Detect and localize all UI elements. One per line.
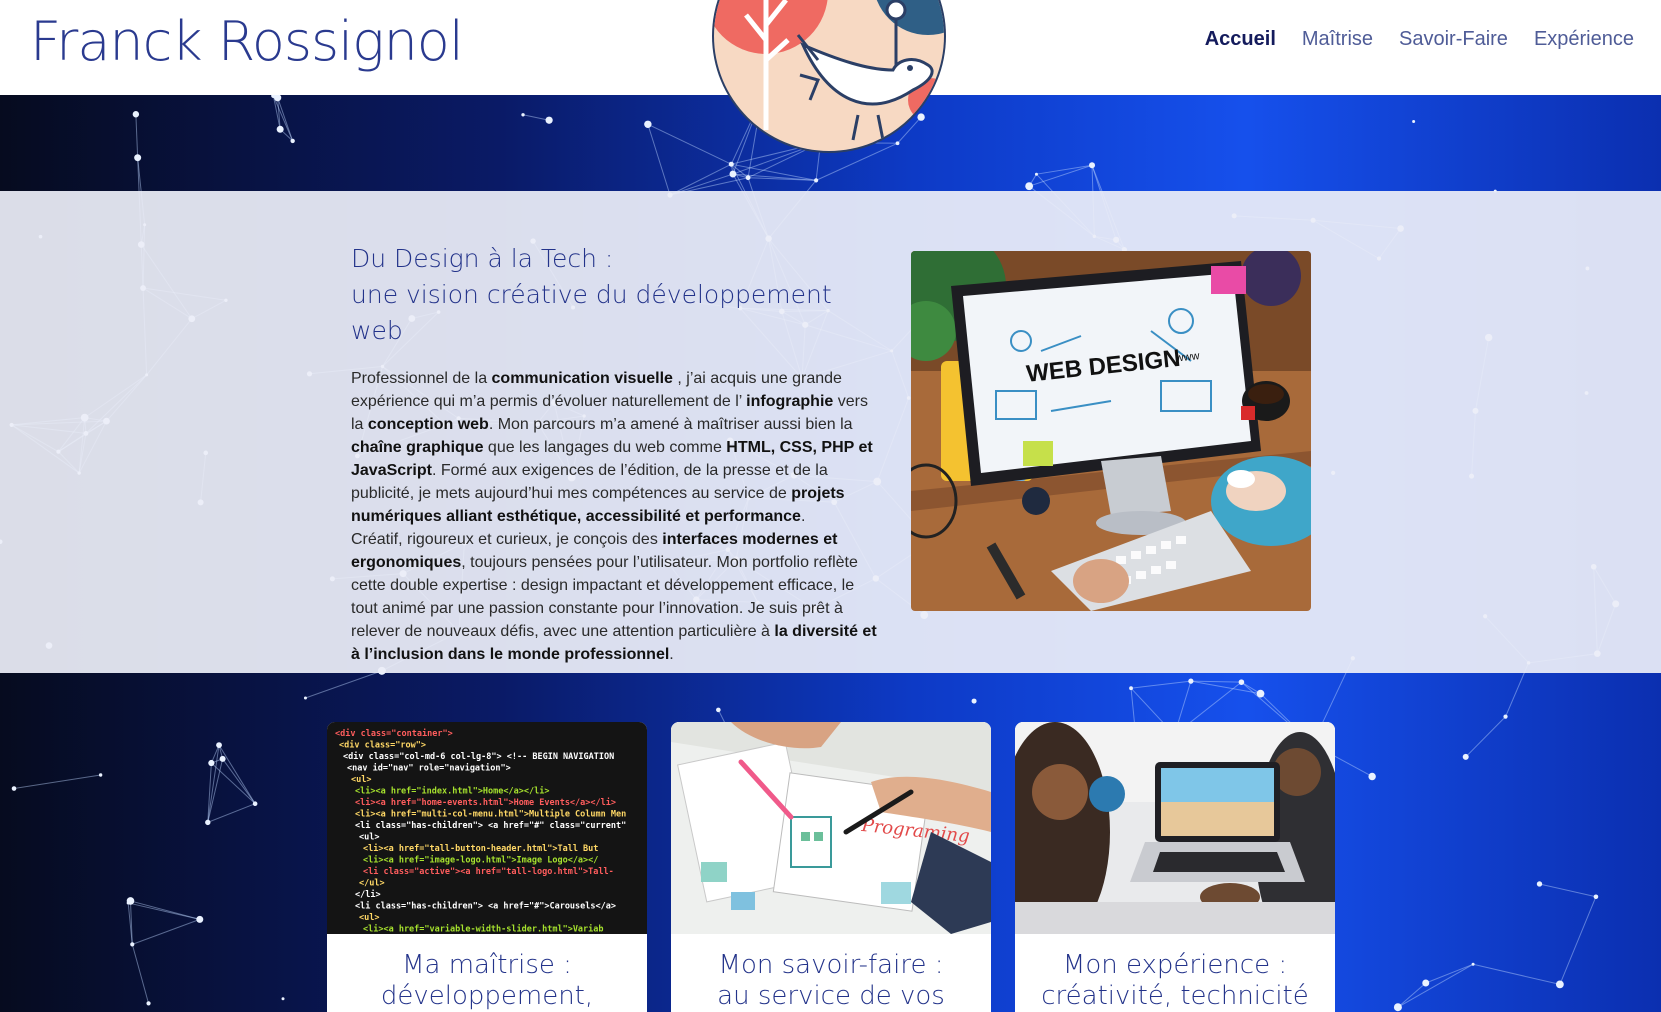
card-title-experience: Mon expérience : créativité, technicité	[1041, 950, 1309, 1011]
code-image: <div class="container"> <div class="row">…	[327, 722, 647, 934]
site-title[interactable]: Franck Rossignol	[30, 10, 464, 73]
bird-logo[interactable]	[708, 0, 951, 160]
card-title-savoir-faire: Mon savoir-faire : au service de vos	[717, 950, 945, 1011]
code-line: <ul>	[359, 833, 379, 843]
lamp-icon	[885, 0, 907, 21]
globe-icon	[1089, 776, 1125, 812]
intro-heading: Du Design à la Tech : une vision créativ…	[351, 241, 881, 349]
intro-heading-line2: une vision créative du développement web	[351, 280, 832, 345]
code-line: <div class="container">	[335, 728, 453, 739]
code-line: <li><a href="tall-button-header.html">Ta…	[363, 843, 598, 854]
nav-item-accueil[interactable]: Accueil	[1205, 28, 1276, 51]
laptop-meeting-image	[1015, 722, 1335, 934]
code-line: <li class="active"><a href="tall-logo.ht…	[363, 866, 614, 877]
main-nav: Accueil Maîtrise Savoir-Faire Expérience	[1205, 28, 1634, 51]
sketching-image: Programing	[671, 722, 991, 934]
nav-item-experience[interactable]: Expérience	[1534, 28, 1634, 51]
code-line: </ul>	[359, 879, 385, 889]
code-line: <li><a href="variable-width-slider.html"…	[363, 924, 604, 935]
code-line: <li class="has-children"> <a href="#">Ca…	[355, 901, 616, 912]
intro-paragraph: Professionnel de la communication visuel…	[351, 370, 877, 663]
code-line: <nav id="nav" role="navigation">	[347, 763, 511, 774]
intro-heading-line1: Du Design à la Tech :	[351, 244, 614, 273]
code-line: <ul>	[351, 775, 371, 785]
code-line: <ul>	[359, 913, 379, 923]
code-line: <li><a href="image-logo.html">Image Logo…	[363, 855, 598, 866]
nav-item-savoir-faire[interactable]: Savoir-Faire	[1399, 28, 1508, 51]
code-line: <li class="has-children"> <a href="#" cl…	[355, 820, 626, 831]
card-maitrise[interactable]: <div class="container"> <div class="row">…	[327, 722, 647, 1012]
code-line: <div class="row">	[339, 740, 426, 751]
code-line: <li><a href="home-events.html">Home Even…	[355, 797, 616, 808]
intro-text: Du Design à la Tech : une vision créativ…	[351, 241, 881, 666]
code-line: <li><a href="index.html">Home</a></li>	[355, 786, 549, 797]
code-line: <div class="col-md-6 col-lg-8"> <!-- BEG…	[343, 751, 614, 762]
web-design-image: WEB DESIGN www	[911, 251, 1311, 611]
nav-item-maitrise[interactable]: Maîtrise	[1302, 28, 1373, 51]
intro-section: Du Design à la Tech : une vision créativ…	[0, 191, 1661, 673]
card-experience[interactable]: Mon expérience : créativité, technicité	[1015, 722, 1335, 1012]
card-savoir-faire[interactable]: Programing Mon savoir-faire : au service…	[671, 722, 991, 1012]
card-title-maitrise: Ma maîtrise : développement,	[380, 950, 594, 1011]
code-line: <li><a href="multi-col-menu.html">Multip…	[355, 809, 626, 820]
code-line: </li>	[355, 889, 381, 900]
